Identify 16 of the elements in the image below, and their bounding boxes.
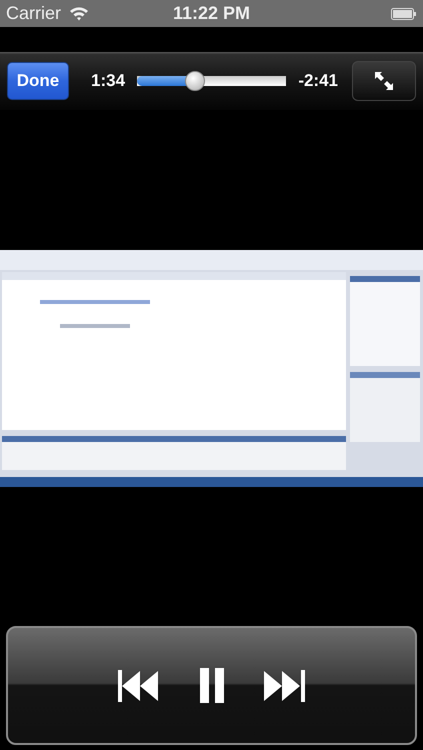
carrier-label: Carrier bbox=[6, 3, 62, 24]
done-button[interactable]: Done bbox=[7, 62, 69, 100]
wifi-icon bbox=[69, 6, 90, 21]
remaining-time: -2:41 bbox=[298, 71, 338, 91]
elapsed-time: 1:34 bbox=[91, 71, 126, 91]
expand-icon bbox=[374, 71, 394, 91]
skip-forward-icon bbox=[264, 670, 306, 702]
previous-track-button[interactable] bbox=[118, 670, 160, 702]
next-track-button[interactable] bbox=[264, 670, 306, 702]
clock-time: 11:22 PM bbox=[172, 3, 250, 24]
skip-back-icon bbox=[118, 670, 160, 702]
play-pause-button[interactable] bbox=[200, 668, 224, 703]
fullscreen-button[interactable] bbox=[352, 61, 416, 101]
scrubber-thumb[interactable] bbox=[184, 71, 205, 91]
pause-icon bbox=[200, 668, 224, 703]
battery-icon bbox=[391, 8, 417, 20]
